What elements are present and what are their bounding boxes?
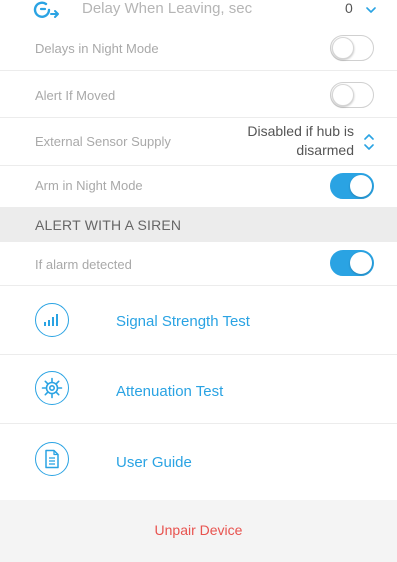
external-sensor-supply-value-line1: Disabled if hub is — [247, 123, 354, 139]
toggle-knob — [332, 37, 354, 59]
delay-when-leaving-label: Delay When Leaving, sec — [82, 0, 253, 17]
delays-in-night-mode-row: Delays in Night Mode — [0, 25, 397, 71]
user-guide-label: User Guide — [116, 454, 192, 471]
attenuation-test-button[interactable]: Attenuation Test — [0, 355, 397, 424]
user-guide-button[interactable]: User Guide — [0, 424, 397, 500]
toggle-knob — [350, 252, 372, 274]
delays-in-night-mode-toggle[interactable] — [330, 35, 374, 61]
arm-in-night-mode-toggle[interactable] — [330, 173, 374, 199]
delay-when-leaving-row[interactable]: Delay When Leaving, sec 0 — [0, 0, 397, 25]
toggle-knob — [350, 175, 372, 197]
signal-bars-icon — [35, 303, 69, 337]
chevron-up-down-icon[interactable] — [364, 132, 374, 157]
attenuation-test-label: Attenuation Test — [116, 383, 224, 400]
delays-in-night-mode-label: Delays in Night Mode — [35, 41, 159, 56]
unpair-device-label: Unpair Device — [154, 522, 243, 538]
alert-if-moved-row: Alert If Moved — [0, 71, 397, 118]
arm-in-night-mode-row: Arm in Night Mode — [0, 166, 397, 207]
unpair-device-button[interactable]: Unpair Device — [0, 500, 397, 562]
if-alarm-detected-toggle[interactable] — [330, 250, 374, 276]
section-title: ALERT WITH A SIREN — [35, 217, 182, 233]
arm-in-night-mode-label: Arm in Night Mode — [35, 178, 143, 193]
gear-icon — [35, 371, 69, 405]
timer-arrow-icon — [33, 0, 61, 25]
chevron-down-icon[interactable] — [366, 1, 376, 19]
external-sensor-supply-value-line2: disarmed — [296, 142, 354, 158]
if-alarm-detected-row: If alarm detected — [0, 242, 397, 286]
external-sensor-supply-value[interactable]: Disabled if hub is disarmed — [247, 122, 354, 160]
if-alarm-detected-label: If alarm detected — [35, 257, 132, 272]
signal-strength-test-button[interactable]: Signal Strength Test — [0, 286, 397, 355]
signal-strength-test-label: Signal Strength Test — [116, 313, 250, 330]
toggle-knob — [332, 84, 354, 106]
external-sensor-supply-row[interactable]: External Sensor Supply Disabled if hub i… — [0, 118, 397, 166]
external-sensor-supply-label: External Sensor Supply — [35, 134, 171, 149]
alert-if-moved-toggle[interactable] — [330, 82, 374, 108]
alert-if-moved-label: Alert If Moved — [35, 88, 116, 103]
delay-when-leaving-value[interactable]: 0 — [345, 0, 353, 16]
alert-with-siren-section-header: ALERT WITH A SIREN — [0, 207, 397, 242]
document-icon — [35, 442, 69, 476]
